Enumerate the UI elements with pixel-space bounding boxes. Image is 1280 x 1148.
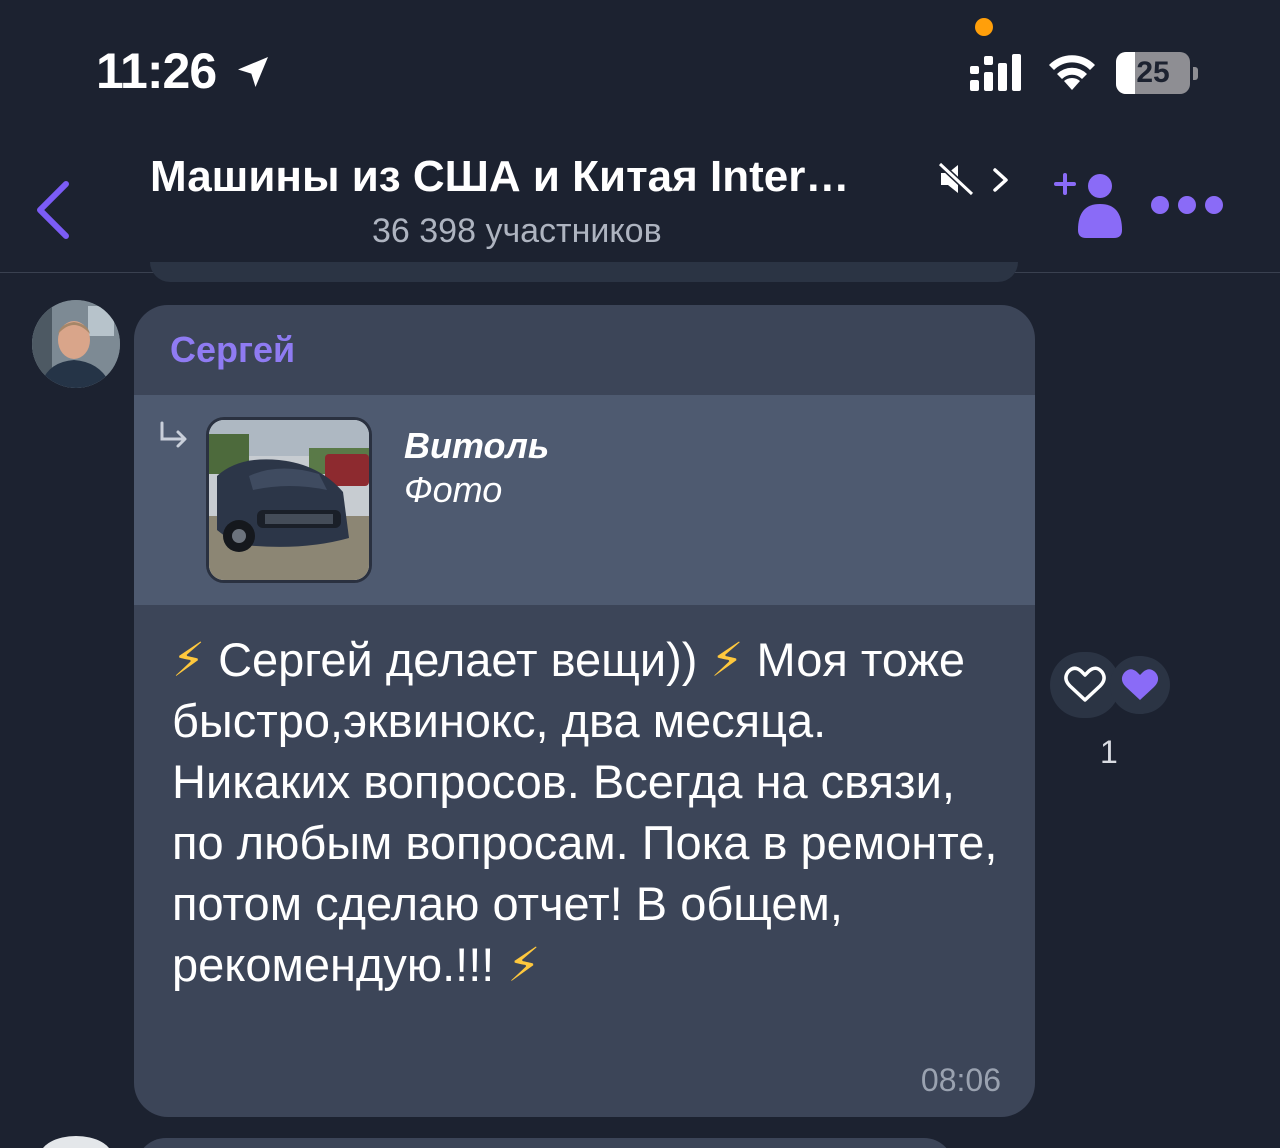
heart-filled-icon <box>1121 669 1159 700</box>
chevron-right-icon <box>993 168 1008 192</box>
message-bubble[interactable]: Сергей Витоль Фото ⚡ Сергей делает вещи)… <box>134 305 1035 1117</box>
battery-level: 25 <box>1136 56 1170 89</box>
message-text: ⚡ Сергей делает вещи)) ⚡ Моя тоже быстро… <box>172 629 1002 995</box>
chat-title[interactable]: Машины из США и Китая Inter… <box>150 152 910 202</box>
sender-name[interactable]: Сергей <box>170 329 295 371</box>
reaction-filled-heart-button[interactable] <box>1110 656 1170 714</box>
muted-speaker-icon <box>937 161 975 197</box>
location-arrow-icon <box>238 57 268 87</box>
forward-arrow-icon <box>160 421 187 448</box>
message-text-part: Сергей делает вещи)) <box>205 633 711 686</box>
signal-icon <box>970 54 1021 91</box>
next-message-bubble <box>136 1138 954 1148</box>
privacy-indicator-dot <box>975 18 993 36</box>
lightning-icon: ⚡ <box>172 633 206 686</box>
previous-message-bubble <box>150 262 1018 282</box>
chat-screen: 11:26 25 Машины из США и Китая Inter… 36… <box>0 0 1280 1148</box>
forwarded-author: Витоль <box>404 425 550 466</box>
next-avatar[interactable] <box>40 1136 112 1148</box>
member-count: 36 398 участников <box>372 212 662 250</box>
battery-icon: 25 <box>1116 52 1198 94</box>
forwarded-type: Фото <box>404 469 503 510</box>
lightning-icon: ⚡ <box>710 633 744 686</box>
forwarded-photo-thumbnail[interactable] <box>206 417 372 583</box>
forwarded-message[interactable]: Витоль Фото <box>134 395 1035 605</box>
status-bar: 11:26 25 <box>0 0 1280 130</box>
more-dots-icon[interactable] <box>1148 190 1226 220</box>
message-text-part: Моя тоже быстро,эквинокс, два месяца. Ни… <box>172 633 998 991</box>
sender-avatar[interactable] <box>32 300 120 388</box>
chat-header: Машины из США и Китая Inter… 36 398 учас… <box>0 130 1280 273</box>
lightning-icon: ⚡ <box>507 938 541 991</box>
reaction-count: 1 <box>1100 734 1118 770</box>
add-member-icon[interactable] <box>1052 170 1130 240</box>
message-time: 08:06 <box>920 1062 1001 1098</box>
back-chevron-icon[interactable] <box>30 178 74 242</box>
status-time: 11:26 <box>96 43 217 99</box>
wifi-icon <box>1049 55 1095 90</box>
